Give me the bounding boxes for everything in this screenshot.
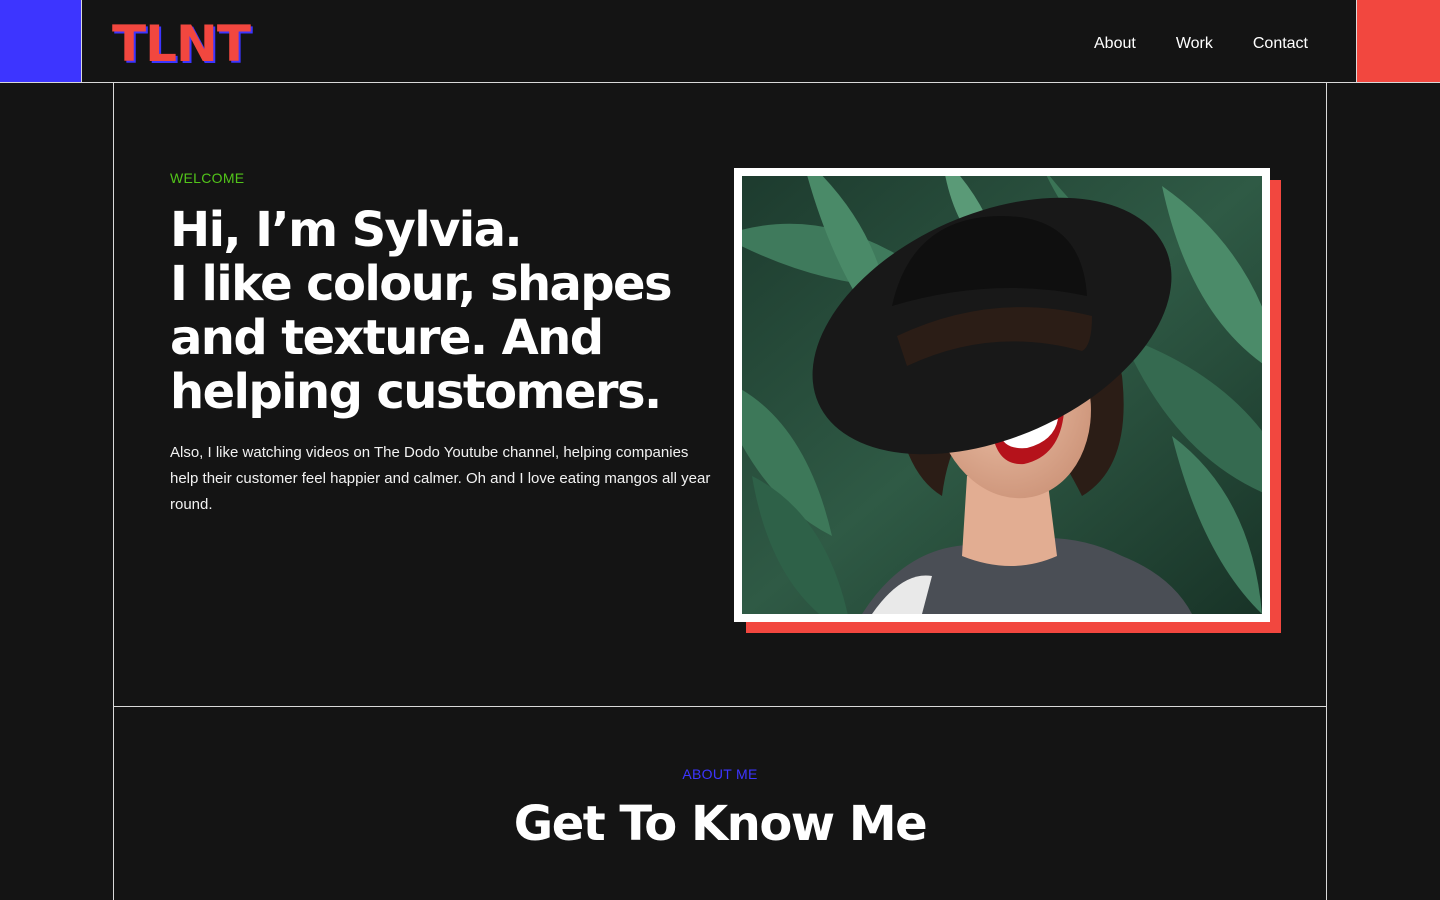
hero-title-line: helping customers. xyxy=(170,364,662,420)
nav-link-contact[interactable]: Contact xyxy=(1253,33,1308,55)
site-header: TLNT About Work Contact xyxy=(0,0,1440,83)
hero-title-line: I like colour, shapes xyxy=(170,256,673,312)
about-eyebrow: ABOUT ME xyxy=(682,766,758,782)
hero-title-line: and texture. And xyxy=(170,310,604,366)
welcome-eyebrow: WELCOME xyxy=(170,170,245,186)
logo[interactable]: TLNT xyxy=(112,14,251,74)
section-divider xyxy=(113,706,1327,707)
profile-photo-illustration xyxy=(742,176,1262,614)
main-nav: About Work Contact xyxy=(1094,33,1308,55)
corner-block-blue xyxy=(0,0,82,82)
hero-description: Also, I like watching videos on The Dodo… xyxy=(170,444,711,513)
about-title: Get To Know Me xyxy=(513,796,928,852)
hero-title-line: Hi, I’m Sylvia. xyxy=(170,202,523,258)
corner-block-red xyxy=(1356,0,1440,82)
nav-link-about[interactable]: About xyxy=(1094,33,1136,55)
profile-photo xyxy=(734,168,1270,622)
hero-title: Hi, I’m Sylvia. I like colour, shapes an… xyxy=(170,203,710,419)
nav-link-work[interactable]: Work xyxy=(1176,33,1213,55)
